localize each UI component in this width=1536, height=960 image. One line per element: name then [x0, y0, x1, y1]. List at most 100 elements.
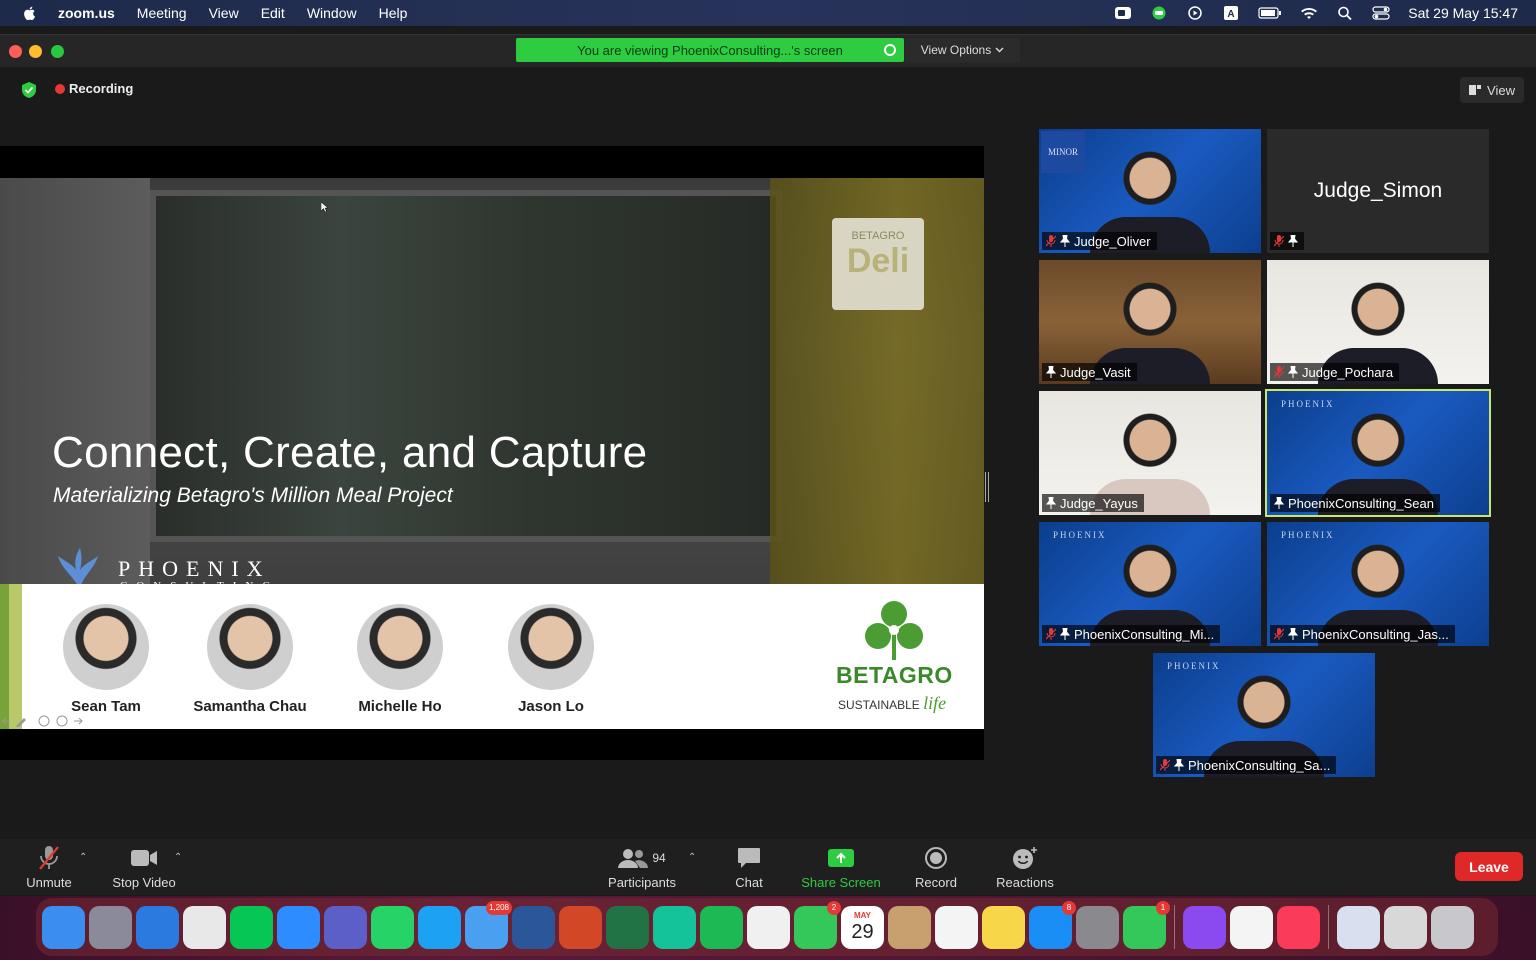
- siri-icon[interactable]: [1183, 905, 1226, 949]
- security-shield-icon[interactable]: [20, 81, 38, 99]
- recording-indicator-icon: [55, 84, 65, 94]
- photos-icon[interactable]: [747, 905, 790, 949]
- muted-mic-icon: [1274, 628, 1284, 640]
- trash-icon[interactable]: [1431, 905, 1474, 949]
- reactions-button[interactable]: Reactions: [990, 845, 1060, 890]
- video-tile[interactable]: Judge_Yayus: [1039, 391, 1261, 515]
- video-tile[interactable]: Judge_Simon: [1267, 129, 1489, 253]
- virtual-background-brand-mark: PHOENIX: [1281, 530, 1335, 540]
- participant-name: PhoenixConsulting_Mi...: [1074, 626, 1215, 642]
- wifi-icon[interactable]: [1300, 6, 1318, 20]
- menu-window[interactable]: Window: [307, 5, 357, 21]
- video-tile-active-speaker[interactable]: PHOENIX PhoenixConsulting_Sean: [1265, 389, 1491, 517]
- word-icon[interactable]: [512, 905, 555, 949]
- participant-name-tag: PhoenixConsulting_Sa...: [1156, 756, 1337, 774]
- line-icon[interactable]: [230, 905, 273, 949]
- launchpad-icon[interactable]: [89, 905, 132, 949]
- grammarly-icon[interactable]: [653, 905, 696, 949]
- unmute-button[interactable]: Unmute: [18, 845, 80, 890]
- menubar-clock[interactable]: Sat 29 May 15:47: [1408, 5, 1518, 21]
- video-tile[interactable]: MINOR Judge_Oliver: [1039, 129, 1261, 253]
- menu-edit[interactable]: Edit: [261, 5, 285, 21]
- menu-help[interactable]: Help: [379, 5, 408, 21]
- participant-name: PhoenixConsulting_Sa...: [1188, 757, 1331, 773]
- participant-name: PhoenixConsulting_Sean: [1288, 495, 1434, 511]
- menu-app-name[interactable]: zoom.us: [58, 5, 115, 21]
- record-button[interactable]: Record: [908, 845, 964, 890]
- finder-icon[interactable]: [42, 905, 85, 949]
- muted-mic-icon: [1274, 235, 1284, 247]
- participant-name-tag: Judge_Pochara: [1270, 363, 1400, 381]
- menu-view[interactable]: View: [209, 5, 239, 21]
- contacts-icon[interactable]: [888, 905, 931, 949]
- video-tile[interactable]: PHOENIX PhoenixConsulting_Jas...: [1267, 522, 1489, 646]
- appstore-icon[interactable]: 8: [1029, 900, 1076, 949]
- zoom-window: You are viewing PhoenixConsulting...'s s…: [0, 34, 1536, 896]
- line-status-icon[interactable]: [1150, 6, 1168, 20]
- chat-button[interactable]: Chat: [724, 845, 774, 890]
- safari-icon[interactable]: [136, 905, 179, 949]
- pin-icon: [1060, 235, 1070, 247]
- participants-options-caret-icon[interactable]: ⌃: [688, 852, 696, 863]
- participant-name-tag: Judge_Vasit: [1042, 363, 1137, 381]
- notification-badge: 1,208: [485, 900, 512, 915]
- slide-subtitle: Materializing Betagro's Million Meal Pro…: [53, 484, 453, 507]
- input-source-icon[interactable]: A: [1222, 6, 1240, 20]
- chrome-icon[interactable]: [183, 905, 226, 949]
- calendar-icon[interactable]: MAY 29: [841, 905, 884, 949]
- textedit-icon[interactable]: [1230, 905, 1273, 949]
- control-center-icon[interactable]: [1372, 6, 1390, 20]
- unmute-label: Unmute: [26, 875, 72, 890]
- apple-icon[interactable]: [22, 5, 38, 21]
- video-tile[interactable]: Judge_Pochara: [1267, 260, 1489, 384]
- deli-sign-word: Deli: [846, 242, 910, 280]
- excel-icon[interactable]: [606, 905, 649, 949]
- facetime-icon[interactable]: 2: [794, 900, 841, 949]
- close-window-button[interactable]: [9, 45, 22, 58]
- zoom-status-icon[interactable]: [1114, 6, 1132, 20]
- spotify-icon[interactable]: [700, 905, 743, 949]
- whatsapp-icon[interactable]: [371, 905, 414, 949]
- audio-options-caret-icon[interactable]: ⌃: [79, 852, 87, 863]
- video-options-caret-icon[interactable]: ⌃: [174, 852, 182, 863]
- battery-icon[interactable]: [1258, 6, 1282, 20]
- notes-icon[interactable]: [982, 905, 1025, 949]
- messages-icon[interactable]: 1: [1123, 900, 1170, 949]
- teams-icon[interactable]: [324, 905, 367, 949]
- mail-icon[interactable]: 1,208: [465, 900, 512, 949]
- gallery-resize-handle[interactable]: [985, 472, 989, 502]
- video-tile[interactable]: Judge_Vasit: [1039, 260, 1261, 384]
- twitter-icon[interactable]: [418, 905, 461, 949]
- team-member-card: Jason Lo: [491, 604, 611, 715]
- play-status-icon[interactable]: [1186, 6, 1204, 20]
- spotlight-search-icon[interactable]: [1336, 6, 1354, 20]
- avatar: [508, 604, 594, 690]
- settings-icon[interactable]: [1076, 905, 1119, 949]
- stop-video-button[interactable]: Stop Video: [106, 845, 182, 890]
- view-options-label: View Options: [920, 43, 992, 57]
- smiley-add-icon: [1013, 847, 1037, 869]
- virtual-background-brand-mark: PHOENIX: [1167, 661, 1221, 671]
- minimize-window-button[interactable]: [29, 45, 42, 58]
- share-screen-button[interactable]: Share Screen: [796, 845, 886, 890]
- reminders-icon[interactable]: [935, 905, 978, 949]
- participants-button[interactable]: 94 Participants: [600, 845, 684, 890]
- preview-icon[interactable]: [1337, 905, 1380, 949]
- menu-meeting[interactable]: Meeting: [137, 5, 187, 21]
- fullscreen-window-button[interactable]: [51, 45, 64, 58]
- video-tile[interactable]: PHOENIX PhoenixConsulting_Mi...: [1039, 522, 1261, 646]
- slide-annotation-tools-icon[interactable]: [2, 715, 88, 727]
- music-icon[interactable]: [1277, 905, 1320, 949]
- participants-label: Participants: [608, 875, 676, 890]
- team-member-name: Michelle Ho: [358, 698, 442, 715]
- zoom-icon[interactable]: [277, 905, 320, 949]
- leave-meeting-button[interactable]: Leave: [1455, 852, 1523, 881]
- view-layout-button[interactable]: View: [1460, 77, 1524, 103]
- record-icon: [925, 847, 947, 869]
- view-options-button[interactable]: View Options: [905, 38, 1020, 62]
- downloads-icon[interactable]: [1384, 905, 1427, 949]
- video-tile[interactable]: PHOENIX PhoenixConsulting_Sa...: [1153, 653, 1375, 777]
- powerpoint-icon[interactable]: [559, 905, 602, 949]
- recording-label[interactable]: Recording: [69, 81, 133, 96]
- shared-screen-slide[interactable]: BETAGRO Deli Connect, Create, and Captur…: [0, 146, 984, 760]
